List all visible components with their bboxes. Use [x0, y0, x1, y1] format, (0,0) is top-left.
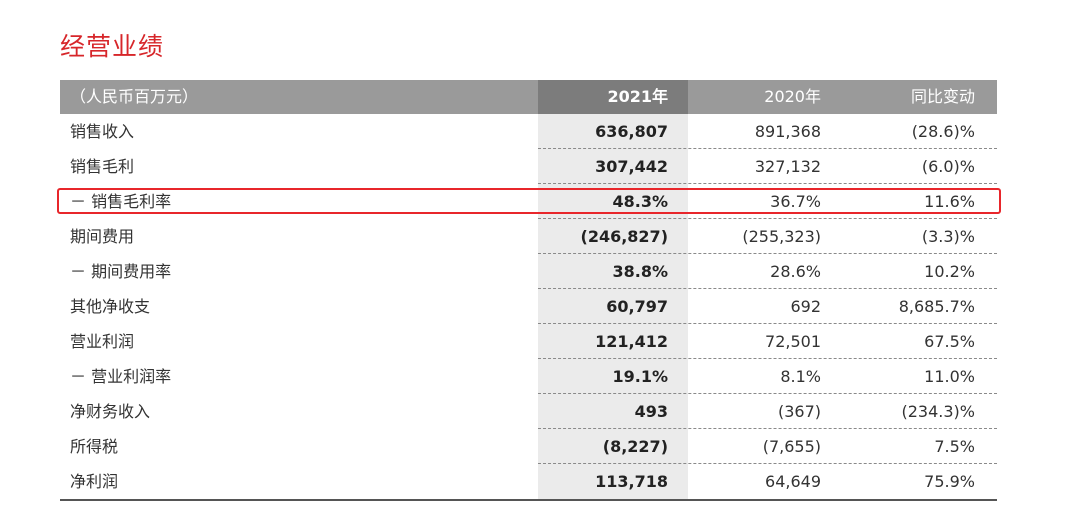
row-label: 其他净收支: [70, 297, 151, 316]
value-2021: 121,412: [538, 324, 688, 359]
table-row: 净利润 113,718 64,649 75.9%: [60, 464, 997, 501]
value-2021: 19.1%: [538, 359, 688, 394]
value-2021: 636,807: [538, 114, 688, 149]
value-2020: 72,501: [765, 332, 821, 351]
value-change: (28.6)%: [911, 122, 975, 141]
value-2020: 8.1%: [780, 367, 821, 386]
header-2020: 2020年: [764, 87, 821, 106]
value-change: 7.5%: [934, 437, 975, 456]
value-2020: 692: [790, 297, 821, 316]
results-table: （人民币百万元） 2021年 2020年 同比变动 销售收入 636,807 8…: [60, 80, 997, 501]
row-label: － 营业利润率: [70, 367, 172, 386]
row-label: 净财务收入: [70, 402, 151, 421]
value-change: 11.6%: [924, 192, 975, 211]
value-change: 11.0%: [924, 367, 975, 386]
table-row: 销售毛利 307,442 327,132 (6.0)%: [60, 149, 997, 184]
header-unit: （人民币百万元）: [70, 87, 199, 106]
value-2021: (246,827): [538, 219, 688, 254]
value-2021: 38.8%: [538, 254, 688, 289]
header-2021: 2021年: [538, 80, 688, 114]
value-2021: (8,227): [538, 429, 688, 464]
value-change: 10.2%: [924, 262, 975, 281]
table-row: － 期间费用率 38.8% 28.6% 10.2%: [60, 254, 997, 289]
row-label: 所得税: [70, 437, 119, 456]
value-2020: 327,132: [754, 157, 821, 176]
value-change: (6.0)%: [921, 157, 975, 176]
value-change: (3.3)%: [921, 227, 975, 246]
value-2020: 891,368: [754, 122, 821, 141]
row-label: 净利润: [70, 472, 119, 491]
value-change: 67.5%: [924, 332, 975, 351]
table-row: － 销售毛利率 48.3% 36.7% 11.6%: [60, 184, 997, 219]
value-2021: 48.3%: [538, 184, 688, 219]
table-row: 所得税 (8,227) (7,655) 7.5%: [60, 429, 997, 464]
table-row: 期间费用 (246,827) (255,323) (3.3)%: [60, 219, 997, 254]
value-2020: 64,649: [765, 472, 821, 491]
value-2020: (367): [777, 402, 821, 421]
row-label: － 销售毛利率: [70, 192, 172, 211]
value-2021: 307,442: [538, 149, 688, 184]
value-2021: 493: [538, 394, 688, 429]
header-change: 同比变动: [910, 87, 975, 106]
page-title: 经营业绩: [60, 32, 165, 61]
row-label: 期间费用: [70, 227, 135, 246]
table-row: 营业利润 121,412 72,501 67.5%: [60, 324, 997, 359]
row-label: 销售毛利: [70, 157, 135, 176]
value-2021: 113,718: [538, 464, 688, 499]
table-header: （人民币百万元） 2021年 2020年 同比变动: [60, 80, 997, 114]
table-row: 其他净收支 60,797 692 8,685.7%: [60, 289, 997, 324]
value-change: (234.3)%: [901, 402, 976, 421]
value-2020: (7,655): [762, 437, 821, 456]
row-label: 销售收入: [70, 122, 135, 141]
row-label: － 期间费用率: [70, 262, 172, 281]
value-change: 8,685.7%: [898, 297, 975, 316]
value-2020: (255,323): [742, 227, 821, 246]
table-row: － 营业利润率 19.1% 8.1% 11.0%: [60, 359, 997, 394]
row-label: 营业利润: [70, 332, 135, 351]
table-row: 净财务收入 493 (367) (234.3)%: [60, 394, 997, 429]
value-2020: 36.7%: [770, 192, 821, 211]
value-2021: 60,797: [538, 289, 688, 324]
table-row: 销售收入 636,807 891,368 (28.6)%: [60, 114, 997, 149]
value-change: 75.9%: [924, 472, 975, 491]
value-2020: 28.6%: [770, 262, 821, 281]
